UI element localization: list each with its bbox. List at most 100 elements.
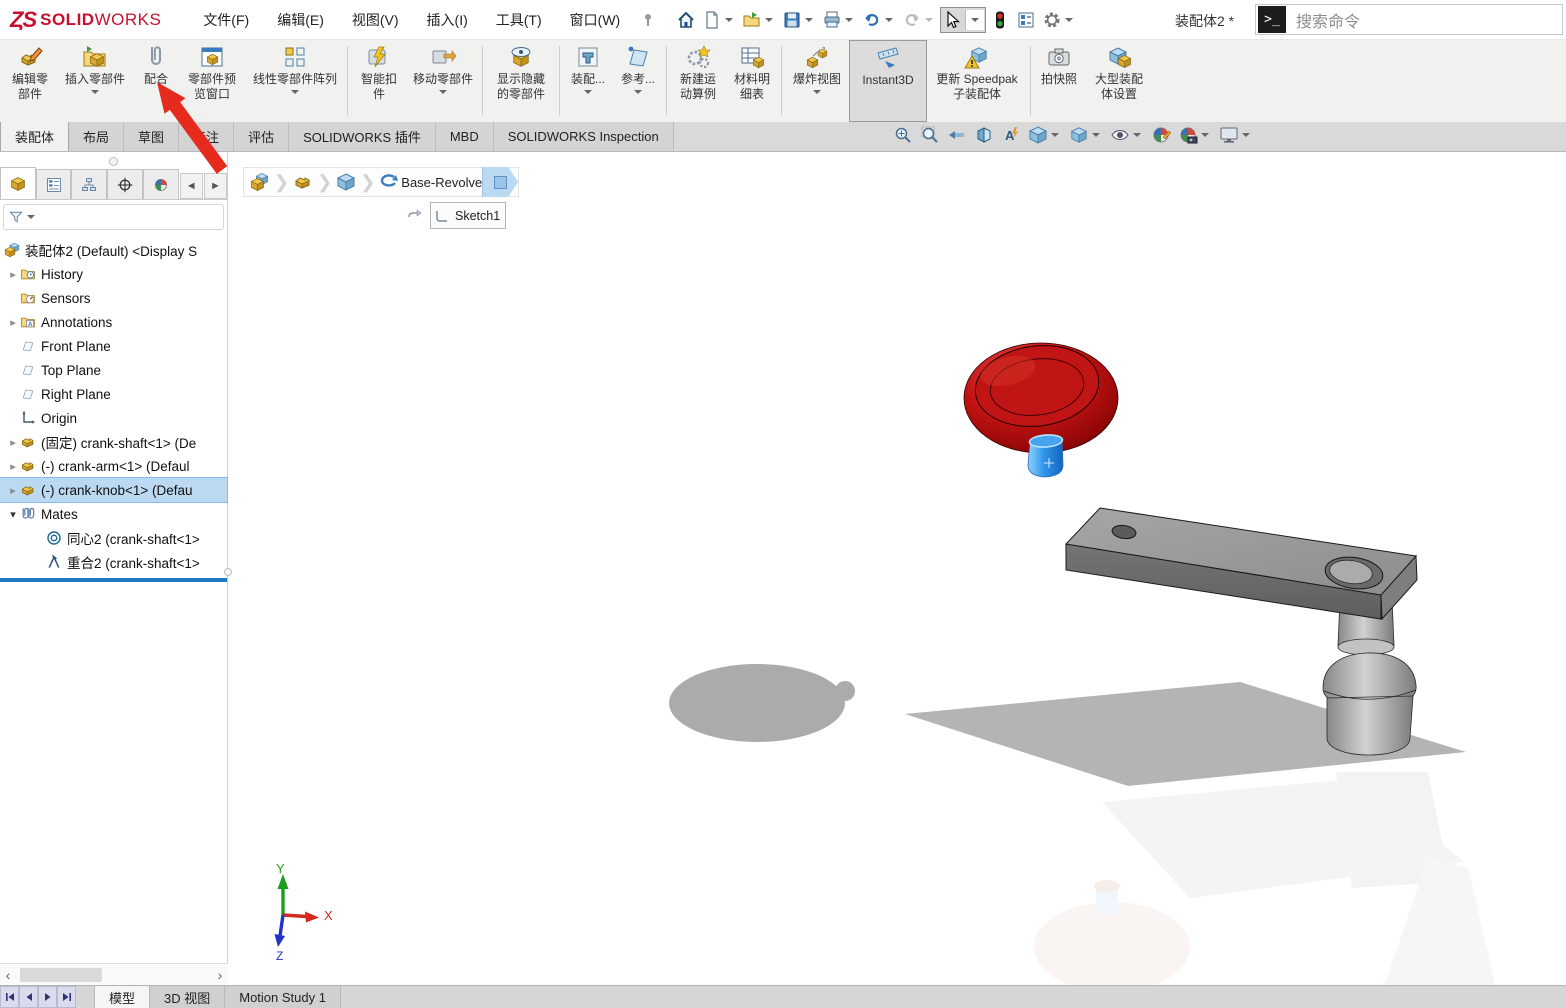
breadcrumb-revolve-icon[interactable]: [379, 172, 399, 192]
dimxpertmanager-tab[interactable]: [107, 169, 143, 199]
dropdown-arrow-icon[interactable]: [291, 90, 299, 94]
edit-component-button[interactable]: 编辑零部件: [4, 40, 56, 122]
view-annotations-icon[interactable]: A: [1001, 125, 1021, 145]
tree-item-sensors[interactable]: Sensors: [0, 286, 227, 310]
menu-insert[interactable]: 插入(I): [413, 2, 482, 38]
configurationmanager-tab[interactable]: [71, 169, 107, 199]
tree-item-concentric-mate[interactable]: 同心2 (crank-shaft<1>: [0, 526, 227, 550]
tree-item-origin[interactable]: Origin: [0, 406, 227, 430]
insert-component-button[interactable]: 插入零部件: [56, 40, 134, 122]
dropdown-arrow-icon[interactable]: [845, 18, 853, 22]
3d-views-tab[interactable]: 3D 视图: [150, 986, 225, 1008]
zoom-fit-icon[interactable]: [893, 125, 913, 145]
mate-button[interactable]: 配合: [134, 40, 178, 122]
dropdown-arrow-icon[interactable]: [634, 90, 642, 94]
tab-mbd[interactable]: MBD: [436, 122, 494, 151]
take-snapshot-button[interactable]: 拍快照: [1034, 40, 1084, 122]
edit-appearance-button[interactable]: [1151, 125, 1171, 145]
instant3d-button[interactable]: Instant3D: [849, 40, 927, 122]
previous-view-icon[interactable]: [947, 125, 967, 145]
expander-icon[interactable]: ▸: [6, 460, 20, 473]
undo-button[interactable]: [860, 7, 898, 33]
menu-view[interactable]: 视图(V): [338, 2, 413, 38]
motion-study-tab[interactable]: Motion Study 1: [225, 986, 341, 1008]
display-style-button[interactable]: [1069, 125, 1103, 145]
model-tab[interactable]: 模型: [94, 986, 150, 1008]
apply-scene-button[interactable]: [1178, 125, 1212, 145]
section-view-icon[interactable]: [974, 125, 994, 145]
select-tool-button[interactable]: [940, 7, 986, 33]
panel-splitter-handle[interactable]: [224, 568, 232, 576]
tree-item-mates[interactable]: ▾ Mates: [0, 502, 227, 526]
tree-item-coincident-mate[interactable]: 重合2 (crank-shaft<1>: [0, 550, 227, 574]
dropdown-arrow-icon[interactable]: [439, 90, 447, 94]
show-hidden-components-button[interactable]: 显示隐藏的零部件: [486, 40, 556, 122]
command-search[interactable]: >_ 搜索命令: [1255, 4, 1563, 35]
rollback-bar[interactable]: [0, 578, 227, 582]
zoom-to-area-icon[interactable]: [920, 125, 940, 145]
reference-geometry-button[interactable]: 参考...: [613, 40, 663, 122]
tree-item-front-plane[interactable]: Front Plane: [0, 334, 227, 358]
tree-item-assembly-root[interactable]: 装配体2 (Default) <Display S: [0, 238, 227, 262]
panel-horizontal-scrollbar[interactable]: ‹ ›: [0, 963, 228, 985]
tab-layout[interactable]: 布局: [69, 122, 124, 151]
options-button[interactable]: [1040, 7, 1078, 33]
redo-button[interactable]: [900, 7, 938, 33]
open-button[interactable]: [740, 7, 778, 33]
large-assembly-settings-button[interactable]: 大型装配体设置: [1084, 40, 1154, 122]
tab-solidworks-inspection[interactable]: SOLIDWORKS Inspection: [494, 122, 674, 151]
view-orientation-button[interactable]: [1028, 125, 1062, 145]
dropdown-arrow-icon[interactable]: [1065, 18, 1073, 22]
breadcrumb-feature-label[interactable]: Base-Revolve: [401, 175, 482, 190]
component-preview-window-button[interactable]: 零部件预览窗口: [178, 40, 246, 122]
scroll-right-icon[interactable]: ›: [212, 967, 228, 983]
expander-icon[interactable]: ▾: [6, 508, 20, 521]
dropdown-arrow-icon[interactable]: [805, 18, 813, 22]
expander-icon[interactable]: ▸: [6, 436, 20, 449]
tree-item-right-plane[interactable]: Right Plane: [0, 382, 227, 406]
bill-of-materials-button[interactable]: 材料明细表: [726, 40, 778, 122]
dropdown-arrow-icon[interactable]: [584, 90, 592, 94]
tree-item-crank-shaft[interactable]: ▸ (固定) crank-shaft<1> (De: [0, 430, 227, 454]
exploded-view-button[interactable]: 爆炸视图: [785, 40, 849, 122]
expander-icon[interactable]: ▸: [6, 484, 20, 497]
file-properties-button[interactable]: [1014, 7, 1038, 33]
tab-scroll-next-button[interactable]: [38, 986, 57, 1008]
panel-tabs-scroll-left[interactable]: ◄: [180, 173, 203, 199]
hide-show-items-button[interactable]: [1110, 125, 1144, 145]
scroll-left-icon[interactable]: ‹: [0, 967, 16, 983]
tree-item-crank-knob[interactable]: ▸ (-) crank-knob<1> (Defau: [0, 478, 227, 502]
home-button[interactable]: [674, 7, 698, 33]
tab-scroll-last-button[interactable]: [57, 986, 76, 1008]
breadcrumb-selected-feature[interactable]: [482, 167, 518, 197]
select-dropdown[interactable]: [965, 10, 984, 30]
tab-markup[interactable]: 标注: [179, 122, 234, 151]
displaymanager-tab[interactable]: [143, 169, 179, 199]
tab-scroll-prev-button[interactable]: [19, 986, 38, 1008]
tree-item-crank-arm[interactable]: ▸ (-) crank-arm<1> (Defaul: [0, 454, 227, 478]
dropdown-arrow-icon[interactable]: [91, 90, 99, 94]
new-document-button[interactable]: [700, 7, 738, 33]
tab-scroll-first-button[interactable]: [0, 986, 19, 1008]
tree-item-history[interactable]: ▸ History: [0, 262, 227, 286]
new-motion-study-button[interactable]: 新建运动算例: [670, 40, 726, 122]
tab-evaluate[interactable]: 评估: [234, 122, 289, 151]
tree-item-top-plane[interactable]: Top Plane: [0, 358, 227, 382]
breadcrumb-assembly-icon[interactable]: [250, 172, 270, 192]
menu-file[interactable]: 文件(F): [189, 2, 263, 38]
breadcrumb-body-icon[interactable]: [336, 172, 356, 192]
tab-solidworks-addins[interactable]: SOLIDWORKS 插件: [289, 122, 436, 151]
smart-fasteners-button[interactable]: 智能扣件: [351, 40, 407, 122]
menu-tools[interactable]: 工具(T): [482, 2, 556, 38]
panel-collapse-handle[interactable]: [109, 157, 118, 166]
dropdown-arrow-icon[interactable]: [725, 18, 733, 22]
view-settings-button[interactable]: [1219, 125, 1253, 145]
tree-filter-bar[interactable]: [3, 204, 224, 230]
breadcrumb-part-icon[interactable]: [293, 172, 313, 192]
panel-tabs-scroll-right[interactable]: ►: [204, 173, 227, 199]
rebuild-button[interactable]: [988, 7, 1012, 33]
expander-icon[interactable]: ▸: [6, 268, 20, 281]
dropdown-arrow-icon[interactable]: [885, 18, 893, 22]
pin-menu-icon[interactable]: [640, 12, 656, 28]
linear-component-pattern-button[interactable]: 线性零部件阵列: [246, 40, 344, 122]
